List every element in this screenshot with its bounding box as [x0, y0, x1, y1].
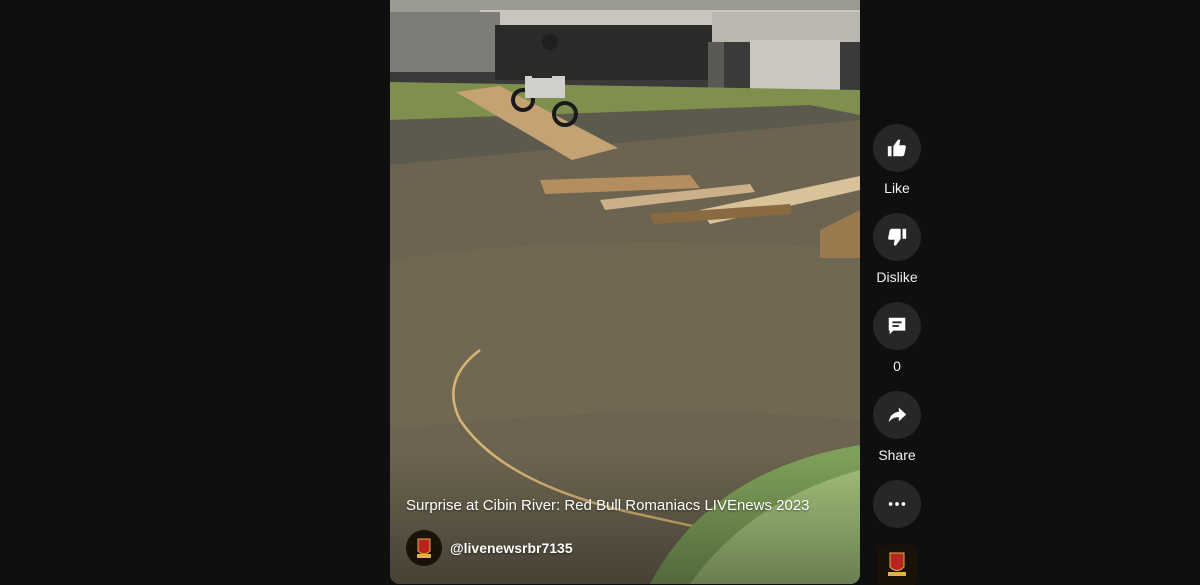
like-action: Like	[873, 124, 921, 213]
share-button[interactable]	[873, 391, 921, 439]
thumbs-up-icon	[887, 139, 906, 157]
like-label: Like	[884, 180, 910, 196]
action-bar: Like Dislike 0 Share	[872, 124, 922, 528]
channel-handle[interactable]: @livenewsrbr7135	[450, 540, 573, 556]
channel-avatar[interactable]	[406, 530, 442, 566]
share-action: Share	[873, 391, 921, 480]
more-action	[873, 480, 921, 528]
sound-thumbnail[interactable]	[877, 545, 917, 585]
dislike-button[interactable]	[873, 213, 921, 261]
share-icon	[888, 407, 907, 423]
dislike-action: Dislike	[873, 213, 921, 302]
like-button[interactable]	[873, 124, 921, 172]
comments-button[interactable]	[873, 302, 921, 350]
video-title[interactable]: Surprise at Cibin River: Red Bull Romani…	[406, 496, 844, 516]
dislike-label: Dislike	[876, 269, 918, 285]
channel-logo-icon	[877, 545, 917, 585]
thumbs-down-icon	[888, 228, 907, 246]
channel-logo-icon	[406, 530, 442, 566]
channel-info[interactable]: @livenewsrbr7135	[406, 530, 573, 566]
comment-icon	[888, 317, 906, 335]
shorts-video-player[interactable]: Surprise at Cibin River: Red Bull Romani…	[390, 0, 860, 584]
share-label: Share	[878, 447, 916, 463]
comments-action: 0	[873, 302, 921, 391]
more-button[interactable]	[873, 480, 921, 528]
comments-count: 0	[893, 358, 901, 374]
more-horizontal-icon	[888, 502, 906, 506]
